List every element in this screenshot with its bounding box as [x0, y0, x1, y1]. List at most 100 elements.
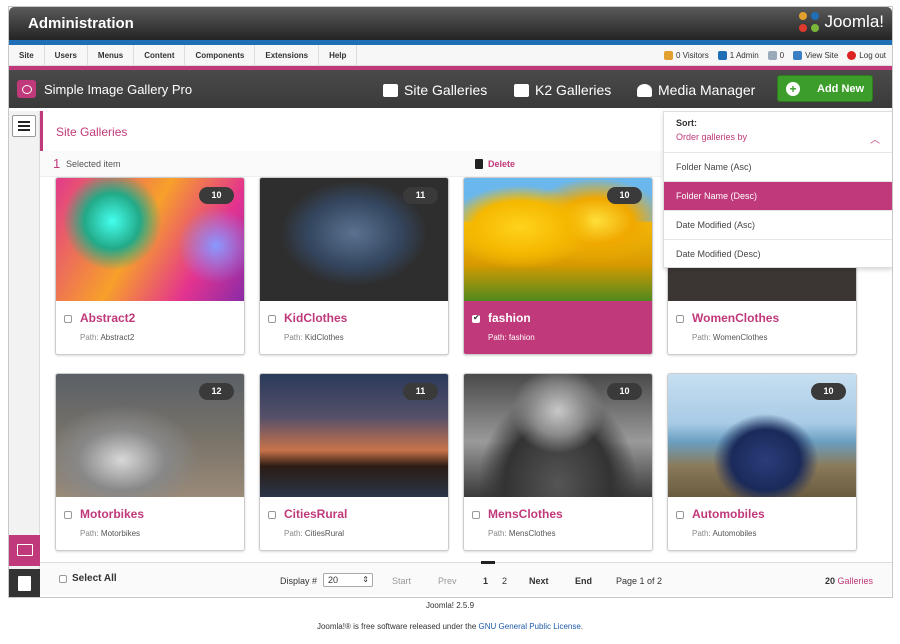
gallery-name[interactable]: KidClothes — [284, 311, 347, 325]
gallery-path: Path: MensClothes — [488, 529, 556, 538]
gallery-path: Path: Automobiles — [692, 529, 757, 538]
gallery-name[interactable]: Abstract2 — [80, 311, 135, 325]
page-end[interactable]: End — [575, 576, 592, 586]
sort-option-name-desc[interactable]: Folder Name (Desc) — [664, 181, 892, 210]
image-count-badge: 10 — [811, 383, 846, 400]
menu-site[interactable]: Site — [9, 45, 45, 65]
gallery-checkbox[interactable] — [64, 315, 72, 323]
page-1[interactable]: 1 — [483, 576, 488, 586]
user-icon — [18, 576, 31, 591]
admin-title: Administration — [28, 15, 134, 32]
gallery-card[interactable]: 10 MensClothes Path: MensClothes — [463, 373, 653, 551]
status-visitors[interactable]: 0 Visitors — [663, 45, 709, 66]
selected-highlight — [464, 301, 652, 354]
gallery-checkbox[interactable] — [676, 511, 684, 519]
sidebar-galleries-button[interactable] — [9, 535, 40, 566]
gallery-card[interactable]: 10 Abstract2 Path: Abstract2 — [55, 177, 245, 355]
page-of: Page 1 of 2 — [616, 576, 663, 586]
joomla-logo[interactable]: Joomla! — [799, 12, 884, 32]
nav-site-galleries[interactable]: Site Galleries — [383, 82, 487, 98]
add-new-button[interactable]: + Add New — [777, 75, 873, 102]
select-all-checkbox[interactable] — [59, 574, 67, 583]
image-count-badge: 10 — [607, 383, 642, 400]
gallery-name[interactable]: CitiesRural — [284, 507, 347, 521]
selected-count: 1 — [53, 156, 61, 171]
gallery-card[interactable]: 10 Automobiles Path: Automobiles — [667, 373, 857, 551]
gallery-path: Path: CitiesRural — [284, 529, 345, 538]
media-icon — [637, 83, 652, 97]
gallery-card[interactable]: 11 KidClothes Path: KidClothes — [259, 177, 449, 355]
sort-option-name-asc[interactable]: Folder Name (Asc) — [664, 152, 892, 181]
gallery-path: Path: KidClothes — [284, 333, 344, 342]
logout-link[interactable]: Log out — [847, 45, 886, 66]
gallery-checkbox[interactable] — [64, 511, 72, 519]
admin-window: Administration Joomla! Site Users Menus … — [8, 6, 893, 598]
image-icon — [17, 544, 33, 556]
joomla-logo-icon — [799, 12, 820, 32]
image-count-badge: 10 — [607, 187, 642, 204]
image-count-badge: 12 — [199, 383, 234, 400]
gallery-card[interactable]: 12 Motorbikes Path: Motorbikes — [55, 373, 245, 551]
gallery-path: Path: WomenClothes — [692, 333, 768, 342]
gallery-checkbox[interactable] — [676, 315, 684, 323]
gallery-checkbox-checked[interactable] — [472, 313, 480, 323]
page-prev: Prev — [438, 576, 457, 586]
gallery-path: Path: fashion — [488, 333, 535, 342]
gallery-name[interactable]: Automobiles — [692, 507, 765, 521]
pagination-bar: Select All Display # 20 Start Prev 1 2 N… — [40, 561, 892, 595]
gallery-total: 20 Galleries — [825, 576, 874, 586]
nav-k2-galleries[interactable]: K2 Galleries — [514, 82, 611, 98]
menu-users[interactable]: Users — [45, 45, 88, 65]
menu-help[interactable]: Help — [319, 45, 358, 65]
delete-button[interactable]: Delete — [475, 159, 515, 169]
selection-bar: 1 Selected item Delete — [40, 151, 662, 177]
image-count-badge: 11 — [403, 383, 438, 400]
left-sidebar — [9, 111, 40, 597]
gallery-card-selected[interactable]: 10 fashion Path: fashion — [463, 177, 653, 355]
gallery-card[interactable]: 11 CitiesRural Path: CitiesRural — [259, 373, 449, 551]
current-page-indicator — [481, 561, 495, 564]
status-admin[interactable]: 1 Admin — [717, 45, 759, 66]
status-messages[interactable]: 0 — [767, 45, 784, 66]
selected-label: Selected item — [66, 159, 121, 169]
sidebar-user-button[interactable] — [9, 569, 40, 597]
menu-content[interactable]: Content — [134, 45, 186, 65]
gallery-checkbox[interactable] — [268, 315, 276, 323]
select-all[interactable]: Select All — [59, 573, 117, 584]
visitors-icon — [663, 51, 673, 60]
admin-header: Administration Joomla! — [9, 7, 892, 40]
app-toolbar: Simple Image Gallery Pro Site Galleries … — [9, 70, 892, 108]
gpl-link[interactable]: GNU General Public License — [479, 622, 581, 631]
page-2[interactable]: 2 — [502, 576, 507, 586]
monitor-icon — [793, 51, 803, 60]
page-next[interactable]: Next — [529, 576, 549, 586]
gallery-checkbox[interactable] — [268, 511, 276, 519]
view-site-link[interactable]: View Site — [793, 45, 838, 66]
gallery-checkbox[interactable] — [472, 511, 480, 519]
sort-sublabel[interactable]: Order galleries by — [676, 132, 747, 142]
gallery-name[interactable]: Motorbikes — [80, 507, 144, 521]
display-select[interactable]: 20 — [323, 573, 373, 587]
gallery-name[interactable]: WomenClothes — [692, 311, 779, 325]
gallery-icon — [383, 83, 398, 97]
app-title: Simple Image Gallery Pro — [44, 82, 193, 97]
license-text: Joomla!® is free software released under… — [316, 622, 584, 631]
sort-label: Sort: — [676, 118, 697, 128]
power-icon — [847, 51, 857, 60]
status-bar: 0 Visitors 1 Admin 0 View Site Log out — [663, 45, 886, 66]
sort-option-date-asc[interactable]: Date Modified (Asc) — [664, 210, 892, 239]
menu-extensions[interactable]: Extensions — [255, 45, 320, 65]
menu-components[interactable]: Components — [185, 45, 256, 65]
menu-menus[interactable]: Menus — [88, 45, 135, 65]
sort-option-date-desc[interactable]: Date Modified (Desc) — [664, 239, 892, 268]
image-count-badge: 11 — [403, 187, 438, 204]
gallery-name[interactable]: fashion — [488, 311, 531, 325]
menu-toggle-button[interactable] — [12, 115, 36, 137]
k2-gallery-icon — [514, 83, 529, 97]
trash-icon — [475, 159, 483, 169]
nav-media-manager[interactable]: Media Manager — [637, 82, 755, 98]
chevron-up-icon[interactable]: ︿ — [870, 131, 880, 146]
joomla-logo-text: Joomla! — [824, 12, 884, 31]
gallery-name[interactable]: MensClothes — [488, 507, 563, 521]
gallery-path: Path: Motorbikes — [80, 529, 141, 538]
